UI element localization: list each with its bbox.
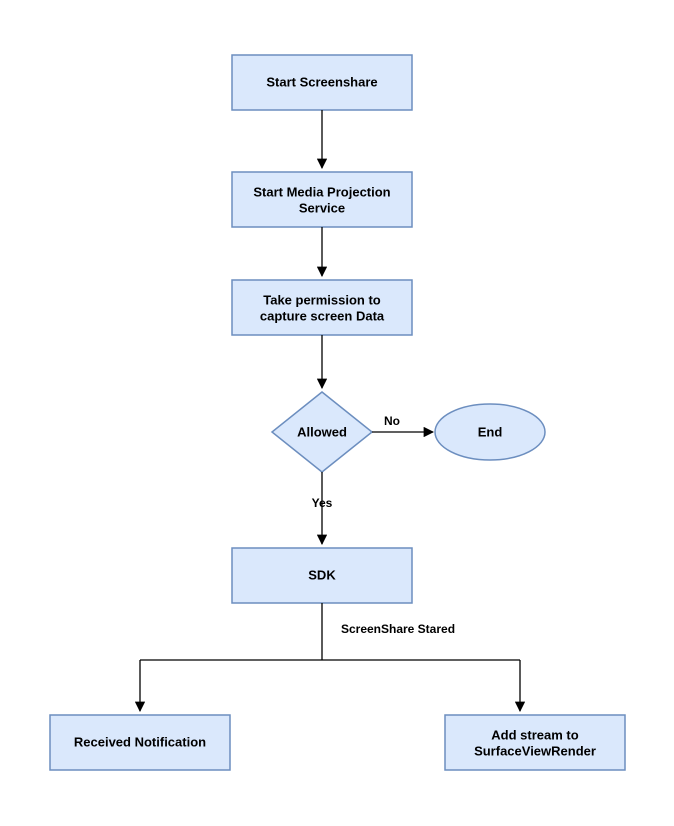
node-decision-label: Allowed xyxy=(297,424,347,439)
node-start-label: Start Screenshare xyxy=(266,74,377,89)
node-add-label1: Add stream to xyxy=(491,727,578,742)
node-received-label: Received Notification xyxy=(74,734,206,749)
node-end: End xyxy=(435,404,545,460)
node-sdk: SDK xyxy=(232,548,412,603)
edge-stared-label: ScreenShare Stared xyxy=(341,622,455,636)
edge-yes-label: Yes xyxy=(312,496,333,510)
node-media-label1: Start Media Projection xyxy=(253,184,390,199)
node-add-label2: SurfaceViewRender xyxy=(474,743,596,758)
node-media-label2: Service xyxy=(299,200,345,215)
edge-no-label: No xyxy=(384,414,400,428)
node-sdk-label: SDK xyxy=(308,567,336,582)
node-start-screenshare: Start Screenshare xyxy=(232,55,412,110)
node-permission: Take permission to capture screen Data xyxy=(232,280,412,335)
node-perm-label2: capture screen Data xyxy=(260,308,385,323)
node-media-projection: Start Media Projection Service xyxy=(232,172,412,227)
node-add-stream: Add stream to SurfaceViewRender xyxy=(445,715,625,770)
node-perm-label1: Take permission to xyxy=(263,292,381,307)
node-received-notification: Received Notification xyxy=(50,715,230,770)
node-end-label: End xyxy=(478,424,503,439)
node-decision-allowed: Allowed xyxy=(272,392,372,472)
